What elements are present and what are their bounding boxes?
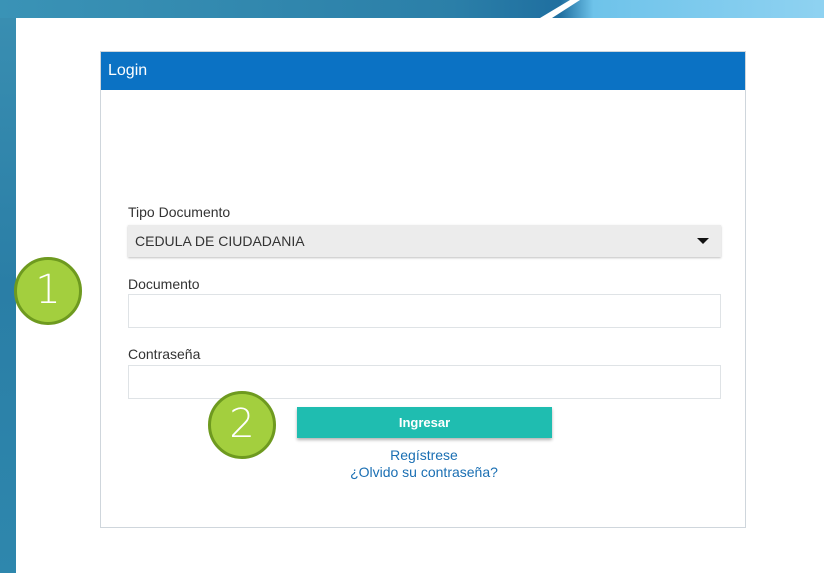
registrese-link[interactable]: Regístrese [101, 447, 747, 463]
background-top-stripe [0, 0, 824, 18]
tipo-documento-select[interactable]: CEDULA DE CIUDADANIA [128, 225, 721, 257]
tipo-documento-label: Tipo Documento [128, 204, 231, 220]
login-header: Login [101, 52, 745, 90]
contrasena-label: Contraseña [128, 346, 201, 362]
documento-label: Documento [128, 276, 200, 292]
documento-input[interactable] [128, 294, 721, 328]
login-card: Login Tipo Documento CEDULA DE CIUDADANI… [100, 51, 746, 528]
contrasena-input[interactable] [128, 365, 721, 399]
caret-down-icon [697, 238, 709, 244]
callout-badge-2: 2 [208, 391, 276, 459]
forgot-password-link[interactable]: ¿Olvido su contraseña? [101, 464, 747, 480]
callout-badge-1: 1 [14, 257, 82, 325]
tipo-documento-selected: CEDULA DE CIUDADANIA [135, 233, 305, 249]
ingresar-button[interactable]: Ingresar [297, 407, 552, 438]
